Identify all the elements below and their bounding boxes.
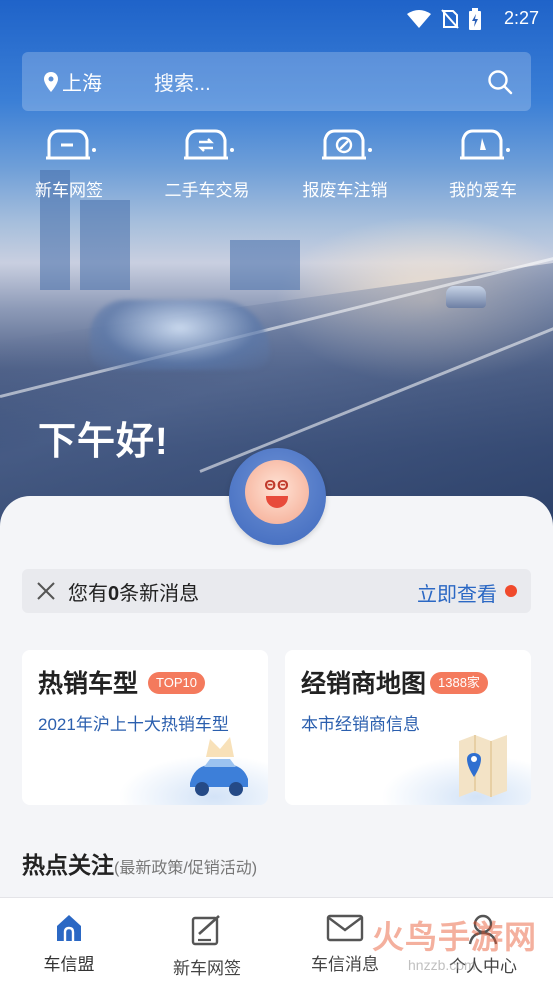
tab-new-car-sign[interactable]: 新车网签 xyxy=(138,898,276,983)
new-car-icon xyxy=(46,129,96,160)
quick-nav-label: 报废车注销 xyxy=(302,181,388,200)
message-count: 0 xyxy=(108,582,120,605)
card-title: 经销商地图 xyxy=(301,670,427,698)
quick-nav-my-car[interactable]: 我的爱车 xyxy=(414,126,552,206)
hot-topics-heading: 热点关注(最新政策/促销活动) xyxy=(22,846,257,880)
section-hint: (最新政策/促销活动) xyxy=(114,860,258,877)
tab-label: 车信盟 xyxy=(43,955,95,974)
notice-text: 您有0条新消息 xyxy=(68,582,200,605)
sign-icon xyxy=(191,915,220,946)
battery-icon xyxy=(469,8,481,30)
location-pin-icon xyxy=(44,71,58,92)
dealer-map-card[interactable]: 经销商地图 1388家 本市经销商信息 xyxy=(285,650,531,805)
status-time: 2:27 xyxy=(503,8,539,28)
card-subtitle: 2021年沪上十大热销车型 xyxy=(38,715,229,734)
search-bar[interactable]: 上海 搜索... xyxy=(22,52,531,111)
dealer-count-badge: 1388家 xyxy=(430,672,488,694)
watermark-logo: 火鸟手游网 xyxy=(372,919,538,955)
home-icon xyxy=(57,915,81,941)
close-icon[interactable] xyxy=(36,581,56,601)
my-car-icon xyxy=(460,129,510,160)
message-notice-bar: 您有0条新消息 立即查看 xyxy=(22,569,531,613)
search-icon[interactable] xyxy=(487,69,513,95)
tab-home[interactable]: 车信盟 xyxy=(0,898,138,983)
location-label: 上海 xyxy=(62,73,102,95)
wifi-icon xyxy=(407,10,431,28)
quick-nav-label: 新车网签 xyxy=(35,181,103,200)
background-building xyxy=(80,200,130,290)
hot-car-models-card[interactable]: 热销车型 TOP10 2021年沪上十大热销车型 xyxy=(22,650,268,805)
tab-label: 新车网签 xyxy=(173,959,241,978)
scrap-car-icon xyxy=(322,129,372,160)
mail-icon xyxy=(326,914,364,942)
card-title: 热销车型 xyxy=(38,670,139,698)
quick-nav-scrap-car[interactable]: 报废车注销 xyxy=(276,126,414,206)
search-input[interactable]: 搜索... xyxy=(154,67,211,96)
top10-badge: TOP10 xyxy=(148,672,205,694)
status-bar: 2:27 xyxy=(0,0,553,38)
section-title: 热点关注 xyxy=(22,852,114,878)
mascot-avatar[interactable]: ΘΘ xyxy=(229,448,326,545)
map-pin-icon xyxy=(459,735,507,797)
quick-nav: 新车网签 二手车交易 报废车注销 我的爱车 xyxy=(0,126,553,206)
no-sim-icon xyxy=(441,9,459,29)
quick-nav-label: 我的爱车 xyxy=(449,181,517,200)
quick-nav-label: 二手车交易 xyxy=(164,181,250,200)
location-selector[interactable]: 上海 xyxy=(44,67,102,96)
view-now-link[interactable]: 立即查看 xyxy=(417,578,497,607)
unread-dot xyxy=(505,585,517,597)
crown-car-icon xyxy=(190,737,248,796)
quick-nav-new-car-sign[interactable]: 新车网签 xyxy=(0,126,138,206)
mascot-icon: ΘΘ xyxy=(245,460,309,524)
watermark-url: hnzzb.com xyxy=(408,957,476,973)
card-subtitle: 本市经销商信息 xyxy=(301,715,420,734)
greeting-text: 下午好! xyxy=(38,421,169,463)
used-car-icon xyxy=(184,129,234,160)
tab-label: 车信消息 xyxy=(311,955,379,974)
car-image xyxy=(446,286,486,308)
car-image xyxy=(90,300,270,370)
quick-nav-used-car[interactable]: 二手车交易 xyxy=(138,126,276,206)
background-building xyxy=(230,240,300,290)
